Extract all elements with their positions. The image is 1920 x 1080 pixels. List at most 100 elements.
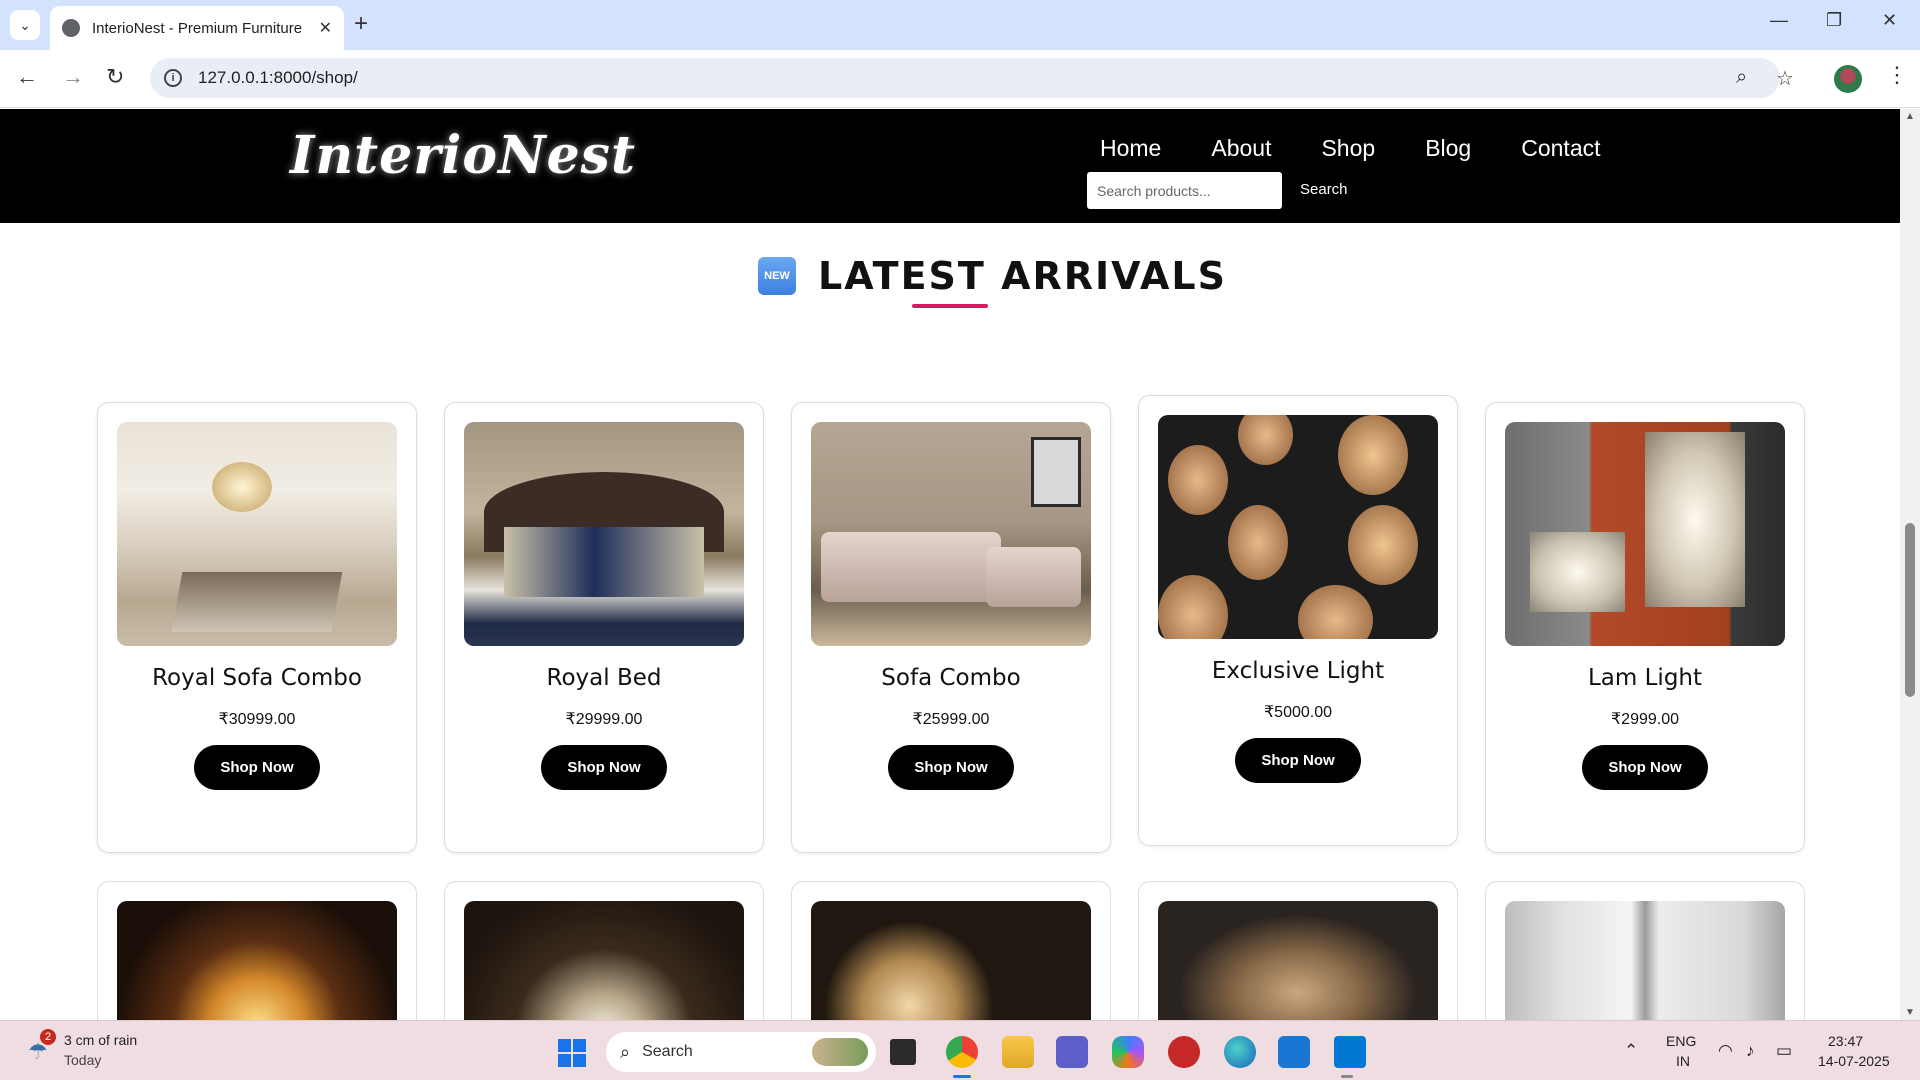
product-image[interactable] [464, 422, 744, 646]
product-name: Lam Light [1587, 665, 1703, 691]
kebab-menu-icon[interactable]: ⋮ [1886, 62, 1908, 88]
product-card [1485, 881, 1805, 1032]
new-badge-icon: NEW [758, 257, 796, 295]
volume-muted-icon[interactable]: ♪ [1746, 1041, 1755, 1061]
product-name: Sofa Combo [881, 665, 1021, 691]
weather-badge: 2 [40, 1029, 56, 1045]
wifi-icon[interactable]: ◠ [1718, 1041, 1733, 1061]
product-name: Exclusive Light [1211, 658, 1385, 684]
product-card: Lam Light ₹2999.00 Shop Now [1485, 402, 1805, 853]
edge-icon[interactable] [1224, 1036, 1256, 1068]
product-image[interactable] [1158, 901, 1438, 1032]
clock-date[interactable]: 14-07-2025 [1818, 1053, 1890, 1069]
search-highlight-image [812, 1038, 868, 1066]
taskbar-search[interactable]: ⌕ Search [606, 1032, 876, 1072]
browser-tab[interactable]: InterioNest - Premium Furniture ✕ [50, 6, 344, 50]
globe-icon [62, 19, 80, 37]
windows-taskbar: ☂ 2 3 cm of rain Today ⌕ Search ⌃ ENG IN… [0, 1020, 1920, 1080]
new-tab-plus-icon[interactable]: + [354, 10, 368, 38]
main-nav: Home About Shop Blog Contact [1100, 135, 1601, 162]
scroll-up-arrow-icon[interactable]: ▲ [1905, 111, 1915, 122]
chrome-active-indicator [953, 1075, 971, 1078]
chrome-icon[interactable] [946, 1036, 978, 1068]
task-view-icon[interactable] [890, 1039, 916, 1065]
scroll-thumb[interactable] [1905, 523, 1915, 697]
product-price: ₹30999.00 [218, 711, 296, 728]
section-heading: NEW LATEST ARRIVALS [758, 254, 1227, 298]
omnibox[interactable]: i 127.0.0.1:8000/shop/ ⌕ ☆ [150, 58, 1794, 98]
weather-text[interactable]: 3 cm of rain [64, 1032, 137, 1048]
shop-now-button[interactable]: Shop Now [1235, 738, 1361, 783]
shop-now-button[interactable]: Shop Now [194, 745, 320, 790]
page-scrollbar[interactable]: ▲ ▼ [1900, 109, 1920, 1020]
app-red-icon[interactable] [1168, 1036, 1200, 1068]
bookmark-star-icon[interactable]: ☆ [1776, 66, 1794, 91]
tab-search-chevron-down-icon[interactable]: ⌄ [10, 10, 40, 40]
shop-now-button[interactable]: Shop Now [1582, 745, 1708, 790]
nav-blog[interactable]: Blog [1425, 135, 1471, 162]
vscode-running-indicator [1341, 1075, 1353, 1078]
battery-icon[interactable]: ▭ [1776, 1041, 1792, 1061]
product-image[interactable] [117, 901, 397, 1032]
browser-tab-bar: ⌄ InterioNest - Premium Furniture ✕ + — … [0, 0, 1920, 50]
minimize-icon[interactable]: — [1770, 10, 1788, 31]
product-name: Royal Sofa Combo [152, 665, 362, 691]
copilot-icon[interactable] [1112, 1036, 1144, 1068]
product-price: ₹25999.00 [912, 711, 990, 728]
nav-contact[interactable]: Contact [1521, 135, 1600, 162]
product-search-input[interactable] [1087, 172, 1282, 209]
site-info-icon[interactable]: i [164, 69, 182, 87]
language-indicator[interactable]: ENG [1666, 1033, 1696, 1049]
product-price: ₹29999.00 [565, 711, 643, 728]
product-card: Exclusive Light ₹5000.00 Shop Now [1138, 395, 1458, 846]
product-card [97, 881, 417, 1032]
title-underline [912, 304, 988, 308]
vscode-icon[interactable] [1334, 1036, 1366, 1068]
product-image[interactable] [811, 901, 1091, 1032]
scroll-down-arrow-icon[interactable]: ▼ [1905, 1007, 1915, 1018]
product-card: Royal Bed ₹29999.00 Shop Now [444, 402, 764, 853]
product-image[interactable] [811, 422, 1091, 646]
address-bar-row: ← → ↻ i 127.0.0.1:8000/shop/ ⌕ ☆ ⋮ [0, 50, 1920, 108]
close-tab-icon[interactable]: ✕ [319, 18, 332, 38]
taskbar-search-label: Search [642, 1043, 693, 1060]
forward-icon[interactable]: → [62, 64, 84, 90]
back-icon[interactable]: ← [16, 64, 38, 90]
url-text[interactable]: 127.0.0.1:8000/shop/ [198, 68, 358, 88]
site-logo[interactable]: InterioNest [290, 125, 636, 186]
weather-subtext[interactable]: Today [64, 1052, 101, 1068]
product-card [1138, 881, 1458, 1032]
section-title: LATEST ARRIVALS [818, 254, 1227, 298]
tray-chevron-up-icon[interactable]: ⌃ [1624, 1041, 1638, 1061]
product-price: ₹2999.00 [1610, 711, 1679, 728]
product-image[interactable] [1505, 422, 1785, 646]
product-name: Royal Bed [546, 665, 662, 691]
file-explorer-icon[interactable] [1002, 1036, 1034, 1068]
product-image[interactable] [464, 901, 744, 1032]
product-image[interactable] [1505, 901, 1785, 1032]
nav-home[interactable]: Home [1100, 135, 1161, 162]
nav-shop[interactable]: Shop [1321, 135, 1375, 162]
nav-about[interactable]: About [1211, 135, 1271, 162]
store-icon[interactable] [1278, 1036, 1310, 1068]
shop-now-button[interactable]: Shop Now [541, 745, 667, 790]
windows-start-icon[interactable] [558, 1039, 586, 1067]
clock-time[interactable]: 23:47 [1828, 1033, 1863, 1049]
site-header: InterioNest Home About Shop Blog Contact… [0, 109, 1900, 223]
profile-avatar[interactable] [1834, 65, 1862, 93]
product-card [444, 881, 764, 1032]
product-card [791, 881, 1111, 1032]
product-price: ₹5000.00 [1263, 704, 1332, 721]
product-image[interactable] [1158, 415, 1438, 639]
restore-icon[interactable]: ❐ [1826, 10, 1842, 31]
teams-icon[interactable] [1056, 1036, 1088, 1068]
shop-now-button[interactable]: Shop Now [888, 745, 1014, 790]
product-card: Sofa Combo ₹25999.00 Shop Now [791, 402, 1111, 853]
product-image[interactable] [117, 422, 397, 646]
zoom-icon[interactable]: ⌕ [1736, 66, 1747, 89]
language-region[interactable]: IN [1676, 1053, 1690, 1069]
product-card: Royal Sofa Combo ₹30999.00 Shop Now [97, 402, 417, 853]
close-window-icon[interactable]: ✕ [1882, 10, 1897, 31]
search-button[interactable]: Search [1300, 181, 1348, 198]
reload-icon[interactable]: ↻ [106, 64, 124, 90]
